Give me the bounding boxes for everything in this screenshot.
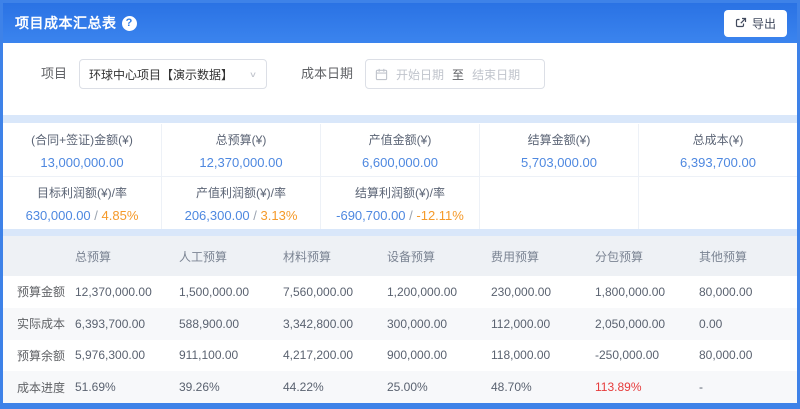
table-cell: 3,342,800.00: [277, 308, 381, 340]
column-header: 材料预算: [277, 236, 381, 276]
row-label: 成本进度: [3, 371, 69, 403]
summary-card-value: 5,703,000.00: [521, 155, 597, 170]
table-cell: 300,000.00: [381, 308, 485, 340]
summary-card-label: 结算利润额(¥)/率: [355, 184, 445, 201]
summary-card-rate: 4.85%: [102, 208, 139, 223]
title-bar: 项目成本汇总表 ? 导出: [3, 3, 797, 43]
row-label: 预算余额: [3, 340, 69, 372]
filter-panel: 项目 环球中心项目【演示数据】 ∨ 成本日期 开始日期 至 结束日期: [3, 43, 797, 115]
cost-table: 总预算 人工预算 材料预算 设备预算 费用预算 分包预算 其他预算 预算金额 1…: [3, 236, 797, 403]
column-header: 费用预算: [485, 236, 589, 276]
summary-card-total-budget: 总预算(¥) 12,370,000.00: [162, 124, 320, 176]
table-cell: 39.26%: [173, 371, 277, 403]
summary-card-label: 总预算(¥): [216, 131, 267, 148]
app-window: 项目成本汇总表 ? 导出 项目 环球中心项目【演示数据】 ∨ 成本日期: [0, 0, 800, 409]
summary-card-total-cost: 总成本(¥) 6,393,700.00: [639, 124, 797, 176]
table-cell: 48.70%: [485, 371, 589, 403]
summary-card-label: 产值金额(¥): [369, 131, 432, 148]
summary-card-value: 6,393,700.00: [680, 155, 756, 170]
summary-card-label: 产值利润额(¥)/率: [196, 184, 286, 201]
table-cell-over-budget: 113.89%: [589, 371, 693, 403]
table-row-budget-amount: 预算金额 12,370,000.00 1,500,000.00 7,560,00…: [3, 276, 797, 308]
calendar-icon: [375, 68, 388, 81]
help-icon[interactable]: ?: [122, 16, 137, 31]
end-date-placeholder: 结束日期: [472, 66, 520, 83]
table-cell: 51.69%: [69, 371, 173, 403]
table-row-budget-balance: 预算余额 5,976,300.00 911,100.00 4,217,200.0…: [3, 340, 797, 372]
column-header: 设备预算: [381, 236, 485, 276]
project-select-value: 环球中心项目【演示数据】: [89, 66, 233, 83]
table-cell: 12,370,000.00: [69, 276, 173, 308]
table-cell: 1,500,000.00: [173, 276, 277, 308]
table-row-actual-cost: 实际成本 6,393,700.00 588,900.00 3,342,800.0…: [3, 308, 797, 340]
summary-card-value: 13,000,000.00: [40, 155, 123, 170]
summary-card-output-profit: 产值利润额(¥)/率 206,300.00 / 3.13%: [162, 177, 320, 229]
summary-card-output-amount: 产值金额(¥) 6,600,000.00: [321, 124, 479, 176]
cost-date-label: 成本日期: [301, 59, 353, 89]
table-cell: 7,560,000.00: [277, 276, 381, 308]
summary-card-label: 总成本(¥): [693, 131, 744, 148]
table-cell: 230,000.00: [485, 276, 589, 308]
summary-card-value: 630,000.00 / 4.85%: [26, 208, 139, 223]
date-range-separator: 至: [452, 66, 464, 83]
summary-card-rate: -12.11%: [416, 208, 463, 223]
summary-panel: (合同+签证)金额(¥) 13,000,000.00 总预算(¥) 12,370…: [3, 123, 797, 229]
table-cell: 118,000.00: [485, 340, 589, 372]
table-cell: 80,000.00: [693, 340, 797, 372]
table-cell: 588,900.00: [173, 308, 277, 340]
table-cell: 80,000.00: [693, 276, 797, 308]
table-cell: 112,000.00: [485, 308, 589, 340]
table-cell: 900,000.00: [381, 340, 485, 372]
cost-table-panel: 总预算 人工预算 材料预算 设备预算 费用预算 分包预算 其他预算 预算金额 1…: [3, 236, 797, 403]
row-label: 预算金额: [3, 276, 69, 308]
row-label-actual-cost-link[interactable]: 实际成本: [3, 308, 69, 340]
summary-card-settlement-amount: 结算金额(¥) 5,703,000.00: [480, 124, 638, 176]
project-select[interactable]: 环球中心项目【演示数据】 ∨: [79, 59, 267, 89]
summary-card-empty: [480, 177, 638, 229]
table-header-row: 总预算 人工预算 材料预算 设备预算 费用预算 分包预算 其他预算: [3, 236, 797, 276]
column-header: [3, 236, 69, 276]
table-cell: 1,200,000.00: [381, 276, 485, 308]
summary-card-empty: [639, 177, 797, 229]
summary-card-label: 结算金额(¥): [528, 131, 591, 148]
export-icon: [735, 17, 747, 29]
summary-card-target-profit: 目标利润额(¥)/率 630,000.00 / 4.85%: [3, 177, 161, 229]
table-cell: 5,976,300.00: [69, 340, 173, 372]
summary-card-rate: 3.13%: [261, 208, 298, 223]
column-header: 其他预算: [693, 236, 797, 276]
table-cell: 911,100.00: [173, 340, 277, 372]
project-filter-label: 项目: [41, 59, 67, 89]
table-cell: -250,000.00: [589, 340, 693, 372]
export-button-label: 导出: [752, 15, 776, 32]
table-cell: 25.00%: [381, 371, 485, 403]
summary-card-value: -690,700.00 / -12.11%: [336, 208, 464, 223]
table-cell: 6,393,700.00: [69, 308, 173, 340]
summary-card-contract-amount: (合同+签证)金额(¥) 13,000,000.00: [3, 124, 161, 176]
table-cell: 1,800,000.00: [589, 276, 693, 308]
summary-card-label: (合同+签证)金额(¥): [31, 131, 133, 148]
start-date-placeholder: 开始日期: [396, 66, 444, 83]
table-row-cost-progress: 成本进度 51.69% 39.26% 44.22% 25.00% 48.70% …: [3, 371, 797, 403]
table-cell: 44.22%: [277, 371, 381, 403]
summary-card-value: 12,370,000.00: [199, 155, 282, 170]
export-button[interactable]: 导出: [724, 10, 787, 37]
cost-date-range-input[interactable]: 开始日期 至 结束日期: [365, 59, 545, 89]
chevron-down-icon: ∨: [249, 69, 257, 78]
column-header: 人工预算: [173, 236, 277, 276]
summary-card-settlement-profit: 结算利润额(¥)/率 -690,700.00 / -12.11%: [321, 177, 479, 229]
column-header: 总预算: [69, 236, 173, 276]
column-header: 分包预算: [589, 236, 693, 276]
table-cell: 2,050,000.00: [589, 308, 693, 340]
summary-card-value: 206,300.00 / 3.13%: [185, 208, 298, 223]
table-cell: -: [693, 371, 797, 403]
page-title: 项目成本汇总表: [15, 13, 117, 33]
table-cell: 4,217,200.00: [277, 340, 381, 372]
summary-card-value: 6,600,000.00: [362, 155, 438, 170]
summary-card-label: 目标利润额(¥)/率: [37, 184, 127, 201]
table-cell: 0.00: [693, 308, 797, 340]
